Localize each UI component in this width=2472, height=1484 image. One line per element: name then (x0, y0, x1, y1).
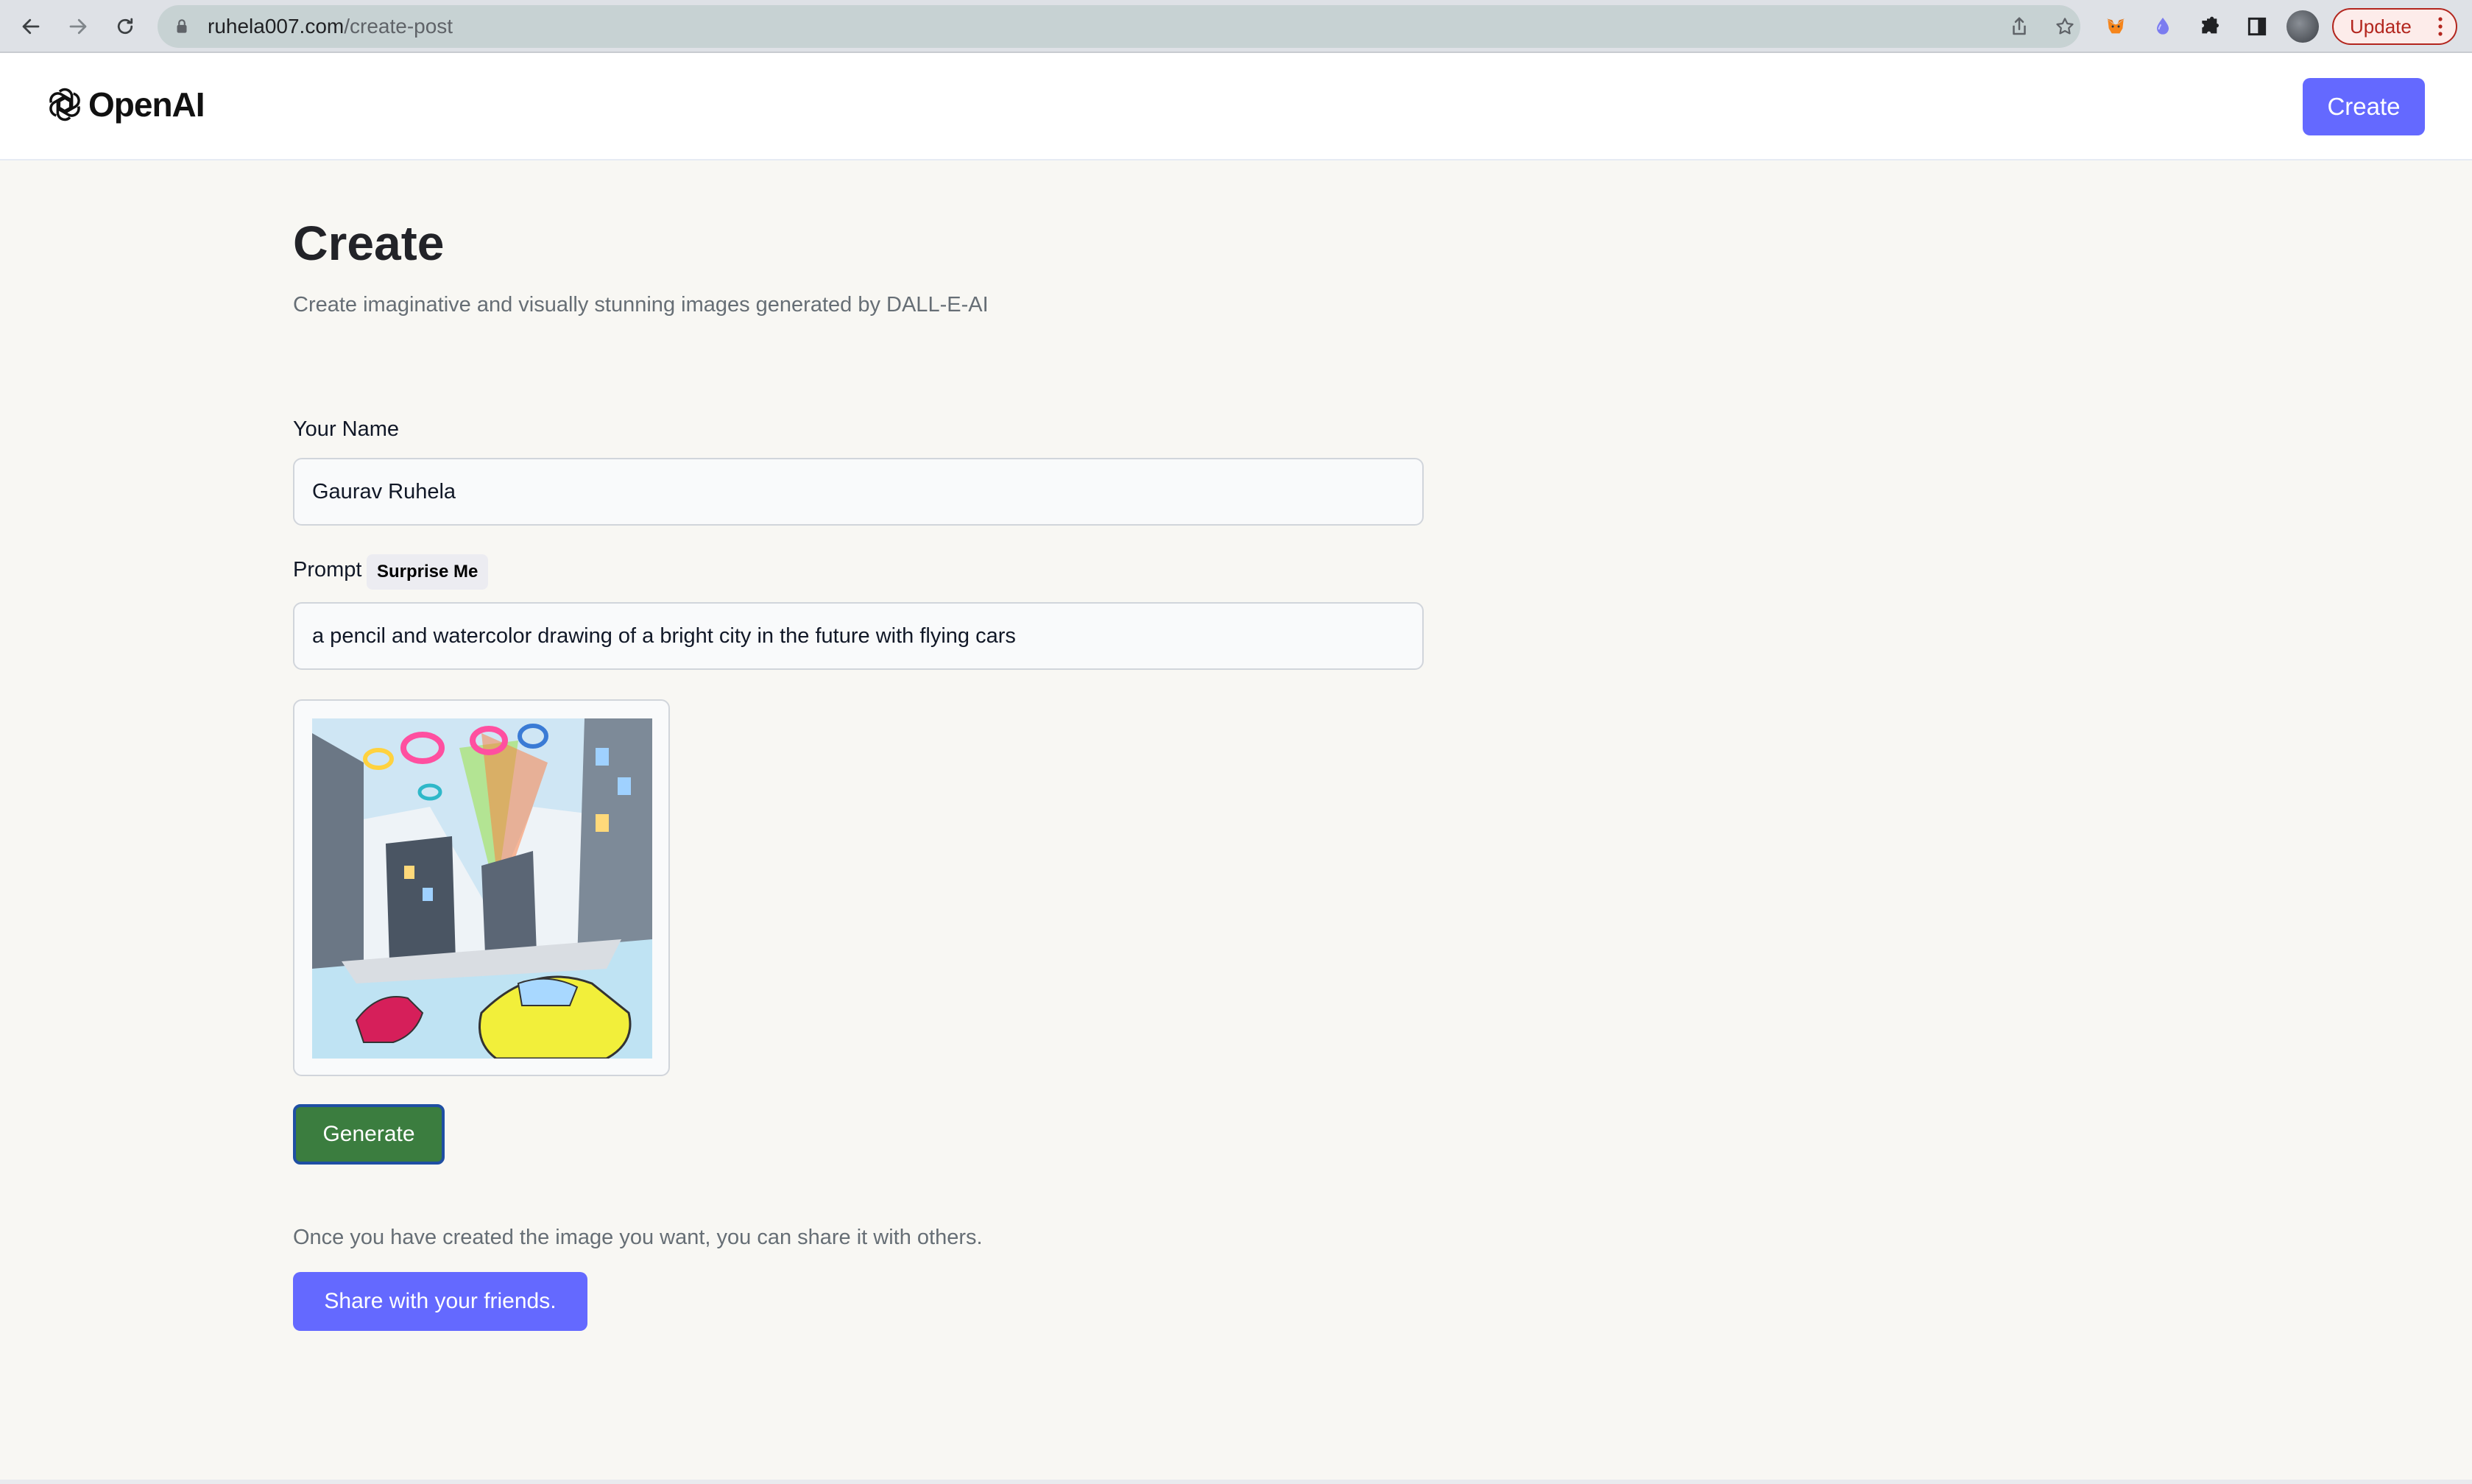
generated-image-preview (293, 699, 670, 1076)
window-bottom-border (0, 1480, 2472, 1484)
profile-avatar[interactable] (2286, 10, 2319, 43)
back-arrow-icon (22, 18, 40, 35)
kebab-menu-icon (2438, 17, 2443, 36)
update-button[interactable]: Update (2332, 8, 2457, 45)
surprise-me-button[interactable]: Surprise Me (367, 554, 489, 590)
brand-name: OpenAI (88, 85, 205, 124)
side-panel-icon (2247, 17, 2267, 36)
openai-logo-icon (49, 88, 80, 121)
extensions-button[interactable] (2194, 10, 2226, 43)
share-button[interactable]: Share with your friends. (293, 1272, 587, 1331)
update-label: Update (2350, 15, 2412, 38)
address-bar[interactable]: ruhela007.com/create-post (158, 5, 2080, 48)
extension-drop-icon (2157, 18, 2169, 35)
page-title: Create (293, 216, 445, 270)
bookmark-star-icon[interactable] (2054, 15, 2076, 38)
reload-icon (117, 18, 133, 35)
url-host: ruhela007.com (208, 15, 345, 38)
side-panel-button[interactable] (2241, 10, 2273, 43)
header-create-button[interactable]: Create (2303, 78, 2425, 135)
site-header: OpenAI Create (0, 53, 2472, 160)
name-label: Your Name (293, 417, 400, 441)
metamask-fox-icon (2107, 18, 2125, 34)
generate-button[interactable]: Generate (293, 1104, 445, 1165)
back-button[interactable] (15, 10, 47, 43)
share-icon[interactable] (2008, 15, 2030, 38)
metamask-extension[interactable] (2100, 10, 2132, 43)
name-input[interactable]: Gaurav Ruhela (293, 458, 1424, 526)
prompt-input[interactable]: a pencil and watercolor drawing of a bri… (293, 602, 1424, 670)
forward-arrow-icon (69, 18, 87, 35)
forward-button[interactable] (62, 10, 94, 43)
browser-toolbar: ruhela007.com/create-post Update (0, 0, 2472, 53)
home-logo-link[interactable]: OpenAI (44, 84, 205, 125)
url-path: /create-post (344, 15, 453, 38)
lock-icon (177, 19, 187, 33)
share-note: Once you have created the image you want… (293, 1226, 983, 1249)
url-text: ruhela007.com/create-post (208, 15, 453, 38)
page-subtitle: Create imaginative and visually stunning… (293, 293, 989, 317)
puzzle-extensions-icon (2202, 16, 2219, 34)
prompt-label: Prompt (293, 558, 362, 582)
reload-button[interactable] (109, 10, 141, 43)
generated-city-image (312, 718, 652, 1059)
drop-extension[interactable] (2147, 10, 2179, 43)
